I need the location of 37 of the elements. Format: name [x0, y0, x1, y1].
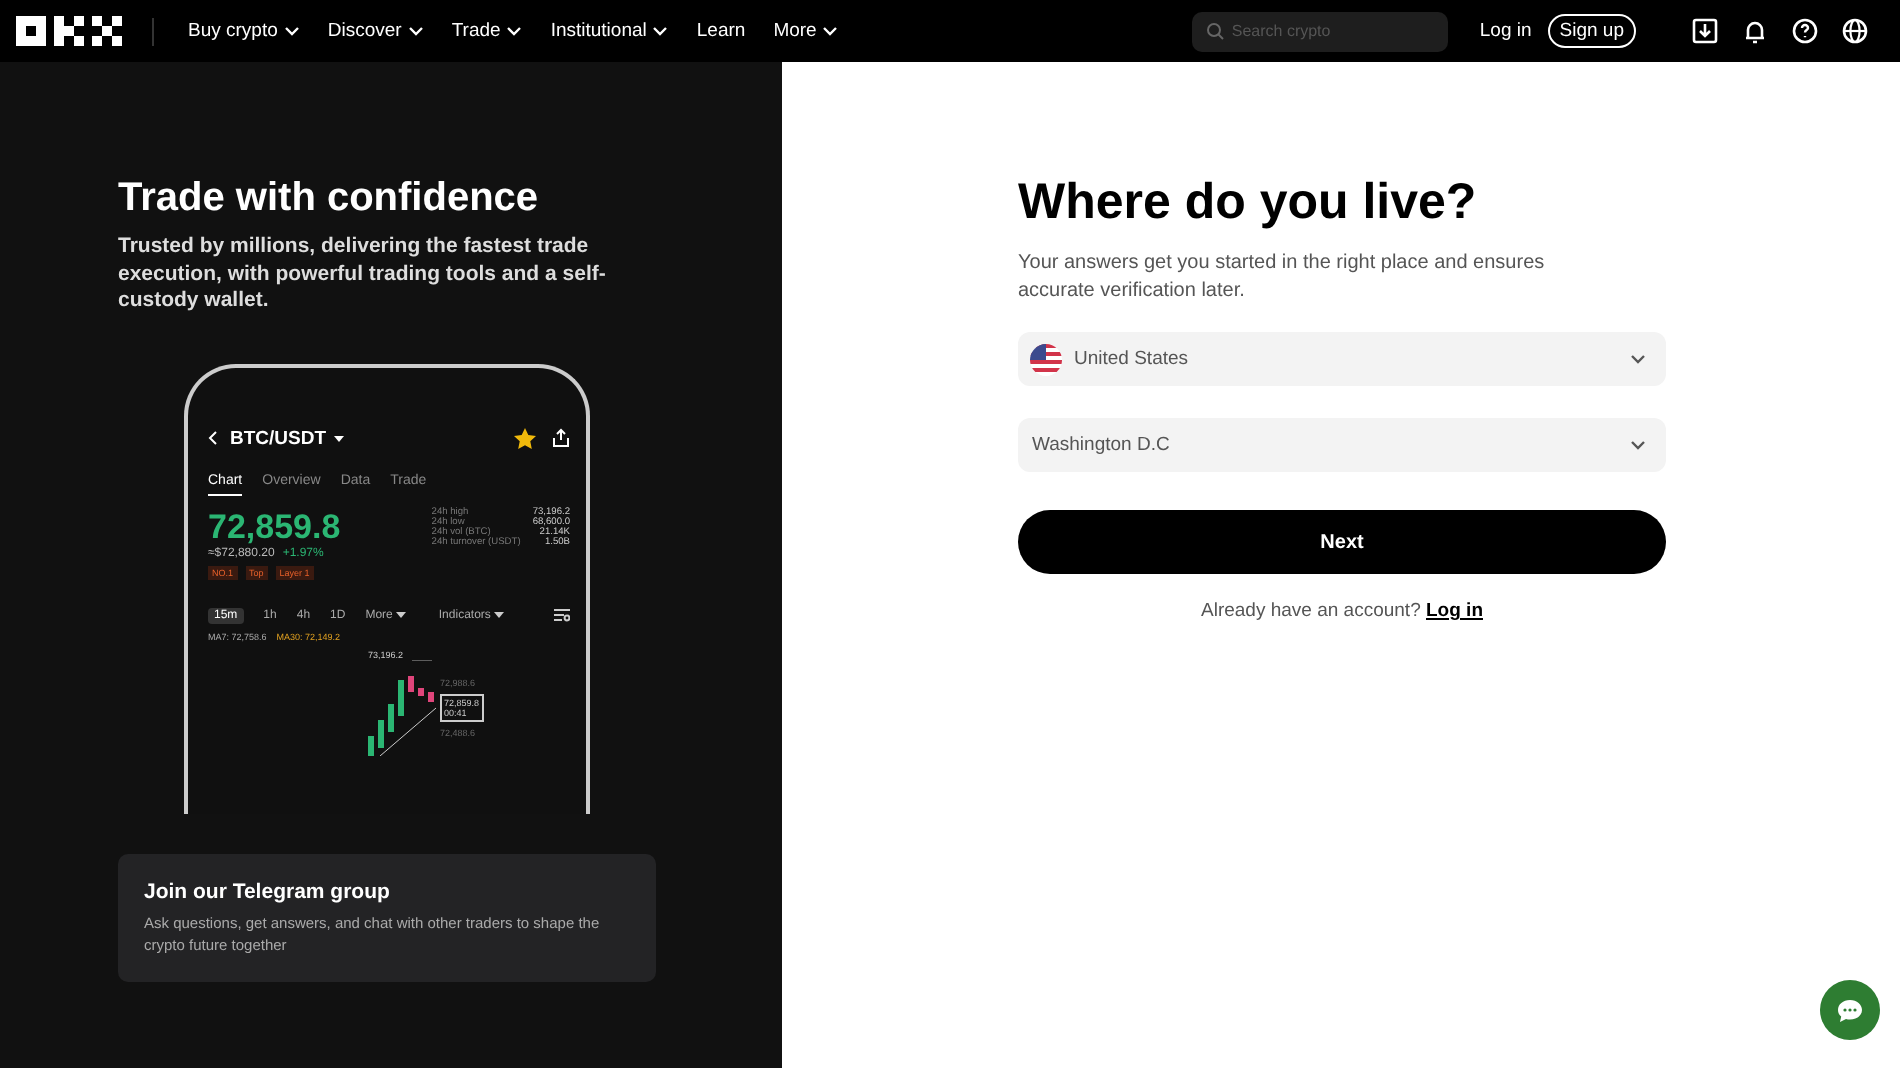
candlestick-drawing: [368, 659, 436, 756]
region-select[interactable]: Washington D.C: [1018, 418, 1666, 472]
login-link[interactable]: Log in: [1479, 20, 1532, 42]
form-subtitle: Your answers get you started in the right place and ensures accurate verification later.: [1018, 250, 1547, 304]
globe-icon[interactable]: [1842, 18, 1868, 44]
nav-item[interactable]: Trade: [437, 20, 537, 42]
download-icon[interactable]: [1692, 18, 1718, 44]
caret-icon: [334, 435, 345, 442]
logo-icon[interactable]: [16, 16, 124, 46]
hero-subtitle: Trusted by millions, delivering the fastest trade execution, with powerful trading tools and a self-custody wallet.: [118, 234, 608, 316]
nav-item[interactable]: Discover: [313, 20, 438, 42]
pair-title: BTC/USDT: [230, 427, 327, 450]
signup-button[interactable]: Sign up: [1547, 14, 1636, 48]
account-text: Already have an account? Log in: [1199, 600, 1485, 622]
caret-icon: [396, 612, 407, 619]
nav-item[interactable]: Institutional: [536, 20, 683, 42]
settings-icon[interactable]: [554, 608, 570, 623]
help-icon[interactable]: [1792, 18, 1818, 44]
hero-title: Trade with confidence: [118, 176, 541, 222]
bell-icon[interactable]: [1742, 18, 1768, 44]
next-button[interactable]: Next: [1018, 510, 1666, 574]
back-icon: [208, 430, 218, 447]
form-title: Where do you live?: [1018, 174, 1479, 232]
login-link[interactable]: Log in: [1426, 600, 1483, 622]
telegram-title: Join our Telegram group: [144, 879, 392, 904]
share-icon: [552, 428, 570, 449]
nav-item[interactable]: More: [759, 20, 853, 42]
country-select[interactable]: United States: [1018, 332, 1666, 386]
chevron-down-icon: [1630, 354, 1646, 364]
price-value: 72,859.8: [208, 507, 341, 547]
caret-icon: [494, 612, 505, 619]
chat-icon[interactable]: [1836, 997, 1864, 1023]
nav-item[interactable]: Buy crypto: [174, 20, 314, 42]
flag-icon: [1030, 343, 1062, 375]
chevron-down-icon: [1630, 440, 1646, 450]
search-icon: [1205, 22, 1224, 40]
nav-item[interactable]: Learn: [682, 20, 760, 42]
